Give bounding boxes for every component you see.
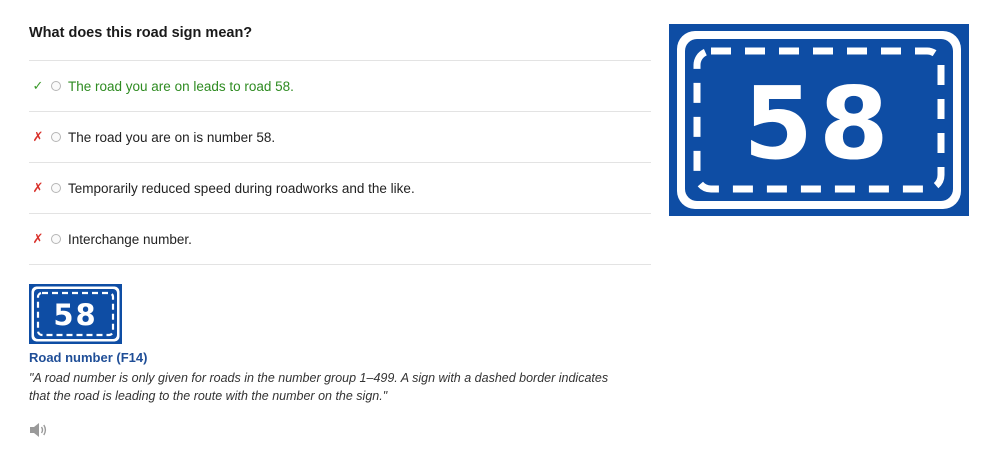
answer-option-2[interactable]: ✗ The road you are on is number 58. [29, 112, 651, 163]
option-label-4: Interchange number. [68, 231, 192, 247]
road-sign-image: 58 [669, 24, 969, 216]
wrong-cross-icon: ✗ [32, 180, 44, 195]
option-radio-2[interactable] [51, 132, 61, 142]
wrong-cross-icon: ✗ [32, 129, 44, 144]
sign-number: 58 [743, 65, 894, 182]
answer-options: ✓ The road you are on leads to road 58. … [29, 60, 651, 265]
option-label-1: The road you are on leads to road 58. [68, 78, 294, 94]
wrong-cross-icon: ✗ [32, 231, 44, 246]
option-radio-3[interactable] [51, 183, 61, 193]
road-sign-thumbnail: 58 [29, 284, 122, 344]
answer-option-4[interactable]: ✗ Interchange number. [29, 214, 651, 265]
answer-option-1[interactable]: ✓ The road you are on leads to road 58. [29, 61, 651, 112]
thumbnail-sign-number: 58 [53, 298, 97, 332]
correct-check-icon: ✓ [32, 78, 44, 93]
option-label-3: Temporarily reduced speed during roadwor… [68, 180, 415, 196]
answer-option-3[interactable]: ✗ Temporarily reduced speed during roadw… [29, 163, 651, 214]
option-label-2: The road you are on is number 58. [68, 129, 276, 145]
sign-description: "A road number is only given for roads i… [29, 371, 609, 403]
sign-title: Road number (F14) [29, 350, 148, 365]
question-text: What does this road sign mean? [29, 25, 253, 41]
option-radio-1[interactable] [51, 81, 61, 91]
speaker-icon[interactable] [29, 421, 49, 439]
option-radio-4[interactable] [51, 234, 61, 244]
